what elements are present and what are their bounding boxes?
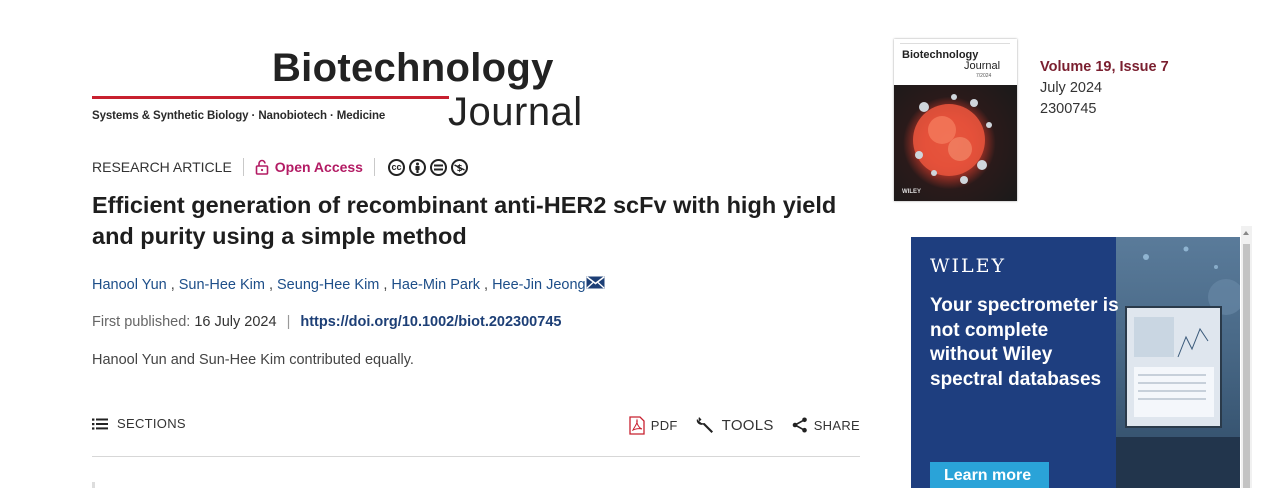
comma: , <box>383 276 388 293</box>
volume-issue-link[interactable]: Volume 19, Issue 7 <box>1040 59 1169 75</box>
author-link[interactable]: Seung-Hee Kim <box>277 277 379 293</box>
cover-header: Biotechnology Journal 7/2024 <box>894 39 1017 85</box>
logo-rule <box>92 96 449 99</box>
toolbar-divider <box>92 456 860 457</box>
cover-issue: 7/2024 <box>976 73 992 79</box>
first-published-label: First published: <box>92 314 191 330</box>
doi-link[interactable]: https://doi.org/10.1002/biot.202300745 <box>300 314 561 330</box>
wiley-advertisement[interactable]: WILEY Your spectrometer is not complete … <box>911 237 1240 488</box>
ad-scrollbar[interactable] <box>1241 226 1252 488</box>
license-icons[interactable]: cc $ <box>387 158 468 176</box>
sections-label: SECTIONS <box>117 416 186 431</box>
learn-more-button[interactable]: Learn more <box>930 462 1049 488</box>
ad-headline: Your spectrometer is not complete withou… <box>930 295 1119 390</box>
article-meta-row: RESEARCH ARTICLE Open Access cc $ <box>92 157 468 177</box>
nc-icon: $ <box>450 158 468 176</box>
author-link[interactable]: Hae-Min Park <box>391 277 480 293</box>
comma: , <box>170 276 175 293</box>
pdf-button[interactable]: PDF <box>629 415 678 435</box>
comma: , <box>484 276 489 293</box>
share-label: SHARE <box>813 417 860 433</box>
cover-rule <box>900 43 1010 44</box>
mail-icon[interactable] <box>586 276 605 293</box>
divider <box>373 158 375 176</box>
wrench-icon <box>696 417 713 433</box>
author-link[interactable]: Hanool Yun <box>92 277 167 293</box>
content-edge <box>92 482 95 488</box>
tools-label: TOOLS <box>721 416 774 434</box>
share-button[interactable]: SHARE <box>792 417 860 433</box>
author-link[interactable]: Sun-Hee Kim <box>179 277 265 293</box>
scroll-up-icon[interactable] <box>1243 231 1249 235</box>
cover-publisher: WILEY <box>902 189 921 195</box>
cover-image: WILEY <box>894 85 1017 201</box>
wiley-logo: WILEY <box>930 255 1007 277</box>
open-access-badge[interactable]: Open Access <box>255 159 363 175</box>
scroll-thumb[interactable] <box>1243 244 1250 488</box>
issue-date: July 2024 <box>1040 80 1103 96</box>
journal-logo[interactable]: Biotechnology Systems & Synthetic Biolog… <box>92 44 612 136</box>
journal-name-top: Biotechnology <box>272 46 554 90</box>
divider: | <box>286 314 291 330</box>
author-note: Hanool Yun and Sun-Hee Kim contributed e… <box>92 352 414 368</box>
article-number: 2300745 <box>1040 101 1097 117</box>
issue-cover[interactable]: Biotechnology Journal 7/2024 WILEY <box>894 39 1017 201</box>
list-icon <box>92 418 108 430</box>
by-icon <box>408 158 426 176</box>
nd-icon <box>429 158 447 176</box>
comma: , <box>268 276 274 293</box>
journal-name-bottom: Journal <box>448 90 583 134</box>
open-access-label: Open Access <box>274 159 363 175</box>
ad-photo <box>1116 237 1240 488</box>
article-title: Efficient generation of recombinant anti… <box>92 192 837 249</box>
pdf-icon <box>629 415 645 435</box>
unlock-icon <box>255 159 269 175</box>
author-link[interactable]: Hee-Jin Jeong <box>492 277 586 293</box>
journal-subtitle: Systems & Synthetic Biology · Nanobiotec… <box>92 110 386 122</box>
cover-title-bottom: Journal <box>964 60 1001 72</box>
publication-line: First published: 16 July 2024 | https://… <box>92 314 561 330</box>
share-icon <box>792 417 807 433</box>
toolbar-actions: PDF TOOLS SHARE <box>611 415 860 435</box>
cover-art <box>913 94 992 184</box>
author-list: Hanool Yun, Sun-Hee Kim, Seung-Hee Kim, … <box>92 276 605 293</box>
issue-info: Volume 19, Issue 7 July 2024 2300745 <box>1040 57 1169 120</box>
divider <box>242 158 244 176</box>
article-toolbar: SECTIONS PDF TOOLS SHARE <box>92 413 860 437</box>
first-published-date: 16 July 2024 <box>194 314 277 330</box>
article-type: RESEARCH ARTICLE <box>92 159 232 175</box>
cc-icon: cc <box>387 158 405 176</box>
sections-button[interactable]: SECTIONS <box>92 416 186 431</box>
tools-button[interactable]: TOOLS <box>696 415 774 435</box>
pdf-label: PDF <box>650 417 678 433</box>
